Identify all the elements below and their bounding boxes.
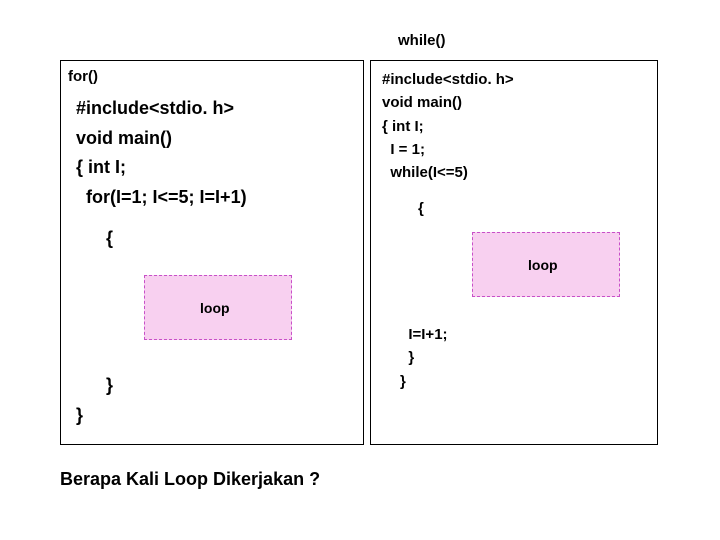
loop-label-for: loop [200,300,230,316]
loop-label-while: loop [528,257,558,273]
while-header-label: while() [398,32,446,49]
question-text: Berapa Kali Loop Dikerjakan ? [60,469,320,490]
while-tail-text: I=I+1; } } [400,323,448,393]
while-brace-open: { [418,200,424,217]
for-brace-open: { [106,228,113,249]
for-brace-close-outer: } [76,405,83,426]
for-brace-close-inner: } [106,375,113,396]
for-code-text: #include<stdio. h> void main() { int I; … [76,94,247,213]
while-code-text: #include<stdio. h> void main() { int I; … [382,68,514,184]
for-header-label: for() [68,68,98,85]
